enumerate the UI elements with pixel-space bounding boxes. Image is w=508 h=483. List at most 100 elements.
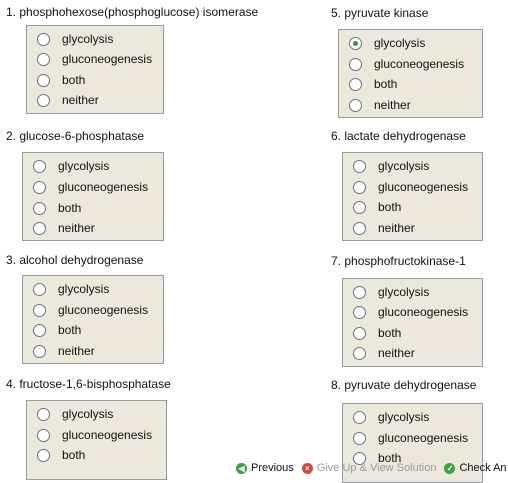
question-title: 7. phosphofructokinase-1 xyxy=(331,254,466,268)
answer-box: glycolysis gluconeogenesis both neither xyxy=(22,152,164,241)
radio-button[interactable] xyxy=(353,305,366,319)
option-label: gluconeogenesis xyxy=(378,180,469,194)
option-label: both xyxy=(58,201,82,215)
radio-button[interactable] xyxy=(37,52,50,66)
radio-button[interactable] xyxy=(349,77,362,91)
check-answer-button[interactable]: ✓ Check An xyxy=(444,462,507,474)
radio-button[interactable] xyxy=(33,323,46,337)
option-label: gluconeogenesis xyxy=(62,428,153,442)
radio-button[interactable] xyxy=(349,57,362,71)
answer-box: glycolysis gluconeogenesis both neither xyxy=(22,275,164,364)
option-label: gluconeogenesis xyxy=(378,305,469,319)
option-label: neither xyxy=(62,93,99,107)
radio-button[interactable] xyxy=(353,326,366,340)
option-label: both xyxy=(378,326,402,340)
radio-button[interactable] xyxy=(37,32,50,46)
radio-button[interactable] xyxy=(33,303,46,317)
option-label: glycolysis xyxy=(58,282,110,296)
option-gluconeogenesis[interactable]: gluconeogenesis xyxy=(37,427,152,443)
question-title: 1. phosphohexose(phosphoglucose) isomera… xyxy=(6,5,259,19)
give-up-label: Give Up & View Solution xyxy=(316,462,437,474)
option-label: glycolysis xyxy=(58,159,110,173)
radio-button-selected[interactable] xyxy=(349,36,362,50)
option-gluconeogenesis[interactable]: gluconeogenesis xyxy=(353,430,468,446)
radio-button[interactable] xyxy=(353,346,366,360)
previous-button[interactable]: ◀ Previous xyxy=(236,462,294,474)
radio-button[interactable] xyxy=(349,98,362,112)
option-gluconeogenesis[interactable]: gluconeogenesis xyxy=(33,179,148,195)
question-title: 5. pyruvate kinase xyxy=(331,6,429,20)
radio-button[interactable] xyxy=(353,159,366,173)
option-label: glycolysis xyxy=(378,285,430,299)
radio-button[interactable] xyxy=(37,448,50,462)
option-both[interactable]: both xyxy=(33,200,81,216)
option-glycolysis[interactable]: glycolysis xyxy=(37,31,113,47)
option-neither[interactable]: neither xyxy=(33,343,95,359)
option-gluconeogenesis[interactable]: gluconeogenesis xyxy=(37,51,152,67)
option-both[interactable]: both xyxy=(353,325,401,341)
previous-arrow-icon: ◀ xyxy=(236,462,247,474)
radio-button[interactable] xyxy=(353,221,366,235)
question-title: 3. alcohol dehydrogenase xyxy=(6,253,144,267)
question-title: 6. lactate dehydrogenase xyxy=(331,129,466,143)
radio-button[interactable] xyxy=(353,180,366,194)
radio-button[interactable] xyxy=(33,180,46,194)
option-gluconeogenesis[interactable]: gluconeogenesis xyxy=(33,302,148,318)
option-neither[interactable]: neither xyxy=(353,220,415,236)
radio-button[interactable] xyxy=(37,93,50,107)
option-label: gluconeogenesis xyxy=(58,180,149,194)
option-neither[interactable]: neither xyxy=(349,97,411,113)
radio-button[interactable] xyxy=(37,73,50,87)
option-both[interactable]: both xyxy=(33,322,81,338)
option-label: gluconeogenesis xyxy=(58,303,149,317)
option-label: gluconeogenesis xyxy=(374,57,465,71)
option-both[interactable]: both xyxy=(349,76,397,92)
option-glycolysis[interactable]: glycolysis xyxy=(353,409,429,425)
option-glycolysis[interactable]: glycolysis xyxy=(37,406,113,422)
option-glycolysis[interactable]: glycolysis xyxy=(349,35,425,51)
radio-button[interactable] xyxy=(33,201,46,215)
option-glycolysis[interactable]: glycolysis xyxy=(353,158,429,174)
option-neither[interactable]: neither xyxy=(33,220,95,236)
radio-button[interactable] xyxy=(353,431,366,445)
answer-box: glycolysis gluconeogenesis both xyxy=(26,400,167,480)
selected-dot xyxy=(353,40,358,46)
radio-button[interactable] xyxy=(37,428,50,442)
option-label: neither xyxy=(58,221,95,235)
option-neither[interactable]: neither xyxy=(37,92,99,108)
check-label: Check An xyxy=(459,462,507,474)
radio-button[interactable] xyxy=(353,285,366,299)
option-both[interactable]: both xyxy=(37,447,85,463)
radio-button[interactable] xyxy=(33,282,46,296)
option-label: neither xyxy=(374,98,411,112)
question-title: 8. pyruvate dehydrogenase xyxy=(331,378,477,392)
option-label: glycolysis xyxy=(378,159,430,173)
option-gluconeogenesis[interactable]: gluconeogenesis xyxy=(349,56,464,72)
radio-button[interactable] xyxy=(37,407,50,421)
radio-button[interactable] xyxy=(33,221,46,235)
option-both[interactable]: both xyxy=(37,72,85,88)
option-label: gluconeogenesis xyxy=(378,431,469,445)
option-glycolysis[interactable]: glycolysis xyxy=(353,284,429,300)
bottom-toolbar: ◀ Previous × Give Up & View Solution ✓ C… xyxy=(236,462,507,474)
check-icon: ✓ xyxy=(444,462,456,474)
option-label: glycolysis xyxy=(62,32,114,46)
radio-button[interactable] xyxy=(33,159,46,173)
option-label: neither xyxy=(378,346,415,360)
option-gluconeogenesis[interactable]: gluconeogenesis xyxy=(353,179,468,195)
option-label: glycolysis xyxy=(62,407,114,421)
radio-button[interactable] xyxy=(353,410,366,424)
option-glycolysis[interactable]: glycolysis xyxy=(33,158,109,174)
previous-label: Previous xyxy=(251,462,294,474)
option-glycolysis[interactable]: glycolysis xyxy=(33,281,109,297)
option-gluconeogenesis[interactable]: gluconeogenesis xyxy=(353,304,468,320)
option-label: both xyxy=(62,448,86,462)
give-up-button[interactable]: × Give Up & View Solution xyxy=(301,462,437,474)
option-label: both xyxy=(374,77,398,91)
radio-button[interactable] xyxy=(33,344,46,358)
answer-box: glycolysis gluconeogenesis both neither xyxy=(342,152,483,241)
radio-button[interactable] xyxy=(353,200,366,214)
option-label: both xyxy=(62,73,86,87)
option-both[interactable]: both xyxy=(353,199,401,215)
option-neither[interactable]: neither xyxy=(353,345,415,361)
